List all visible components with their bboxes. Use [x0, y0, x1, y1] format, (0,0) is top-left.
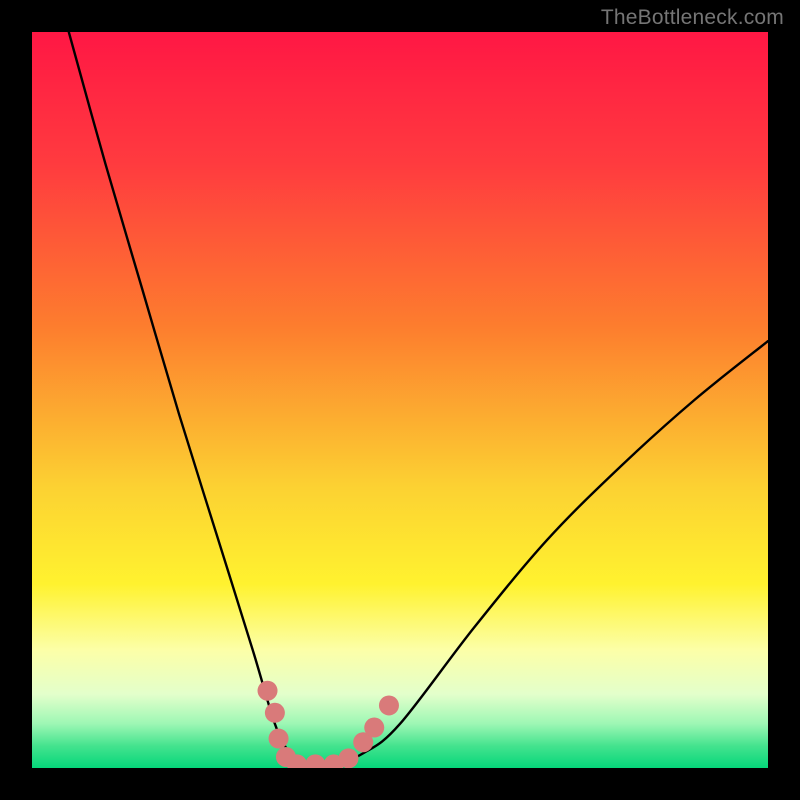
highlighted-points: [258, 681, 399, 768]
bottleneck-curve: [32, 32, 768, 768]
chart-frame: TheBottleneck.com: [0, 0, 800, 800]
marker-point: [364, 718, 384, 738]
marker-point: [305, 754, 325, 768]
marker-point: [265, 703, 285, 723]
marker-point: [269, 729, 289, 749]
plot-area: [32, 32, 768, 768]
marker-point: [338, 748, 358, 768]
marker-point: [379, 695, 399, 715]
watermark-text: TheBottleneck.com: [601, 6, 784, 30]
marker-point: [258, 681, 278, 701]
